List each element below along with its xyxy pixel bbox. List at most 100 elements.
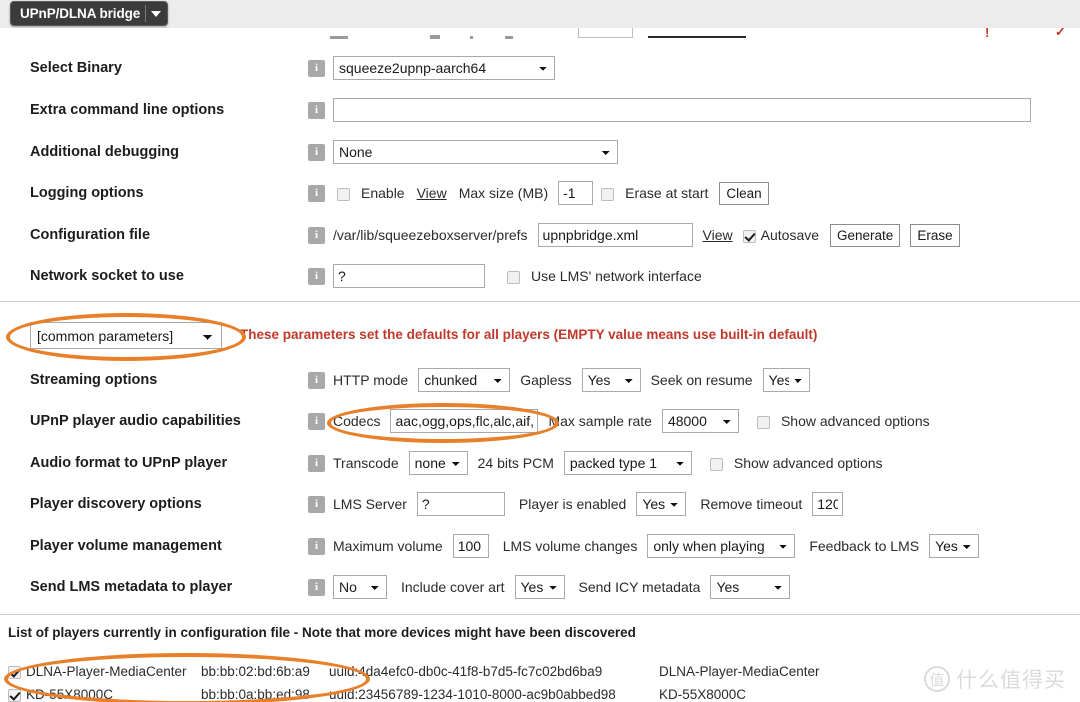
erase-at-start-checkbox[interactable] xyxy=(601,187,615,201)
player-name: DLNA-Player-MediaCenter xyxy=(26,664,187,679)
clean-button[interactable]: Clean xyxy=(719,181,769,205)
lms-volume-changes-select[interactable]: only when playing xyxy=(647,534,796,558)
fields-send-lms-metadata: i No Include cover art Yes Send ICY meta… xyxy=(308,575,794,599)
player-list-header: List of players currently in configurati… xyxy=(8,625,636,640)
logging-enable-checkbox[interactable] xyxy=(337,187,350,201)
info-icon[interactable]: i xyxy=(308,226,325,244)
info-icon[interactable]: i xyxy=(308,184,325,202)
label-upnp-audio-capabilities: UPnP player audio capabilities xyxy=(30,413,241,429)
send-metadata-select[interactable]: No xyxy=(333,575,387,599)
fields-player-volume: i Maximum volume LMS volume changes only… xyxy=(308,534,983,558)
send-icy-metadata-select[interactable]: Yes xyxy=(710,575,791,599)
chevron-down-icon[interactable] xyxy=(151,10,162,17)
page-root: UPnP/DLNA bridge ! ✓ Select Binary i squ… xyxy=(0,0,1080,702)
label-show-advanced-options: Show advanced options xyxy=(780,413,930,429)
label-additional-debugging: Additional debugging xyxy=(30,144,180,160)
watermark-text: 什么值得买 xyxy=(956,669,1066,692)
label-feedback-to-lms: Feedback to LMS xyxy=(809,538,920,554)
max-sample-rate-select[interactable]: 48000 xyxy=(661,409,739,433)
section-divider-bottom xyxy=(0,614,1080,615)
log-view-link[interactable]: View xyxy=(417,185,447,201)
lms-server-input[interactable] xyxy=(416,492,505,516)
seek-on-resume-select[interactable]: Yes xyxy=(762,368,810,392)
info-icon[interactable]: i xyxy=(308,267,325,285)
player-enabled-checkbox[interactable] xyxy=(8,666,21,679)
config-view-link[interactable]: View xyxy=(703,227,733,243)
label-enable: Enable xyxy=(361,185,405,201)
info-icon[interactable]: i xyxy=(308,454,325,472)
clipped-red-text: ✓ xyxy=(1055,28,1066,39)
player-uuid: uuid:23456789-1234-1010-8000-ac9b0abbed9… xyxy=(329,687,616,702)
table-row: DLNA-Player-MediaCenter bb:bb:02:bd:6b:a… xyxy=(8,664,820,679)
binary-select[interactable]: squeeze2upnp-aarch64 xyxy=(333,56,555,80)
clipped-red-text: ! xyxy=(985,28,990,40)
player-enabled-select[interactable]: Yes xyxy=(636,492,687,516)
row-send-lms-metadata: Send LMS metadata to player i No Include… xyxy=(0,567,1080,607)
generate-button[interactable]: Generate xyxy=(830,223,901,247)
info-icon[interactable]: i xyxy=(308,537,325,555)
clipped-select[interactable] xyxy=(578,28,633,38)
player-name: KD-55X8000C xyxy=(26,687,114,702)
scope-select[interactable]: [common parameters] xyxy=(30,322,222,349)
row-extra-command-line-options: Extra command line options i xyxy=(0,90,1080,130)
row-upnp-audio-capabilities: UPnP player audio capabilities i Codecs … xyxy=(0,401,1080,441)
info-icon[interactable]: i xyxy=(308,495,325,513)
clipped-underline xyxy=(648,36,746,38)
label-gapless: Gapless xyxy=(520,372,572,388)
show-advanced-options-checkbox-audio[interactable] xyxy=(756,415,770,429)
player-mac: bb:bb:0a:bb:ed:98 xyxy=(201,687,310,702)
site-watermark: 值 什么值得买 xyxy=(924,664,1066,694)
fields-audio-format: i Transcode none 24 bits PCM packed type… xyxy=(308,451,889,475)
label-select-binary: Select Binary xyxy=(30,60,122,76)
config-filename-input[interactable] xyxy=(537,223,693,247)
label-max-size: Max size (MB) xyxy=(458,185,549,201)
max-size-input[interactable] xyxy=(558,181,594,205)
browser-tab-strip: UPnP/DLNA bridge xyxy=(0,0,1080,28)
row-configuration-file: Configuration file i /var/lib/squeezebox… xyxy=(0,215,1080,255)
show-advanced-options-checkbox-format[interactable] xyxy=(709,457,723,471)
label-player-discovery: Player discovery options xyxy=(30,496,202,512)
gapless-select[interactable]: Yes xyxy=(581,368,641,392)
label-maximum-volume: Maximum volume xyxy=(333,538,443,554)
extra-command-line-input[interactable] xyxy=(333,98,1031,122)
row-network-socket: Network socket to use i Use LMS' network… xyxy=(0,256,1080,296)
fields-additional-debugging: i None xyxy=(308,140,622,164)
maximum-volume-input[interactable] xyxy=(452,534,489,558)
remove-timeout-input[interactable] xyxy=(812,492,844,516)
info-icon[interactable]: i xyxy=(308,578,325,596)
scope-select-wrapper: [common parameters] xyxy=(30,322,222,349)
label-show-advanced-options: Show advanced options xyxy=(733,455,883,471)
label-audio-format: Audio format to UPnP player xyxy=(30,455,228,471)
network-socket-input[interactable] xyxy=(333,264,485,288)
row-player-discovery: Player discovery options i LMS Server Pl… xyxy=(0,484,1080,524)
info-icon[interactable]: i xyxy=(308,59,325,77)
player-display-name: KD-55X8000C xyxy=(659,687,747,702)
pcm-type-select[interactable]: packed type 1 xyxy=(563,451,692,475)
label-use-lms-network-interface: Use LMS' network interface xyxy=(531,268,702,284)
watermark-badge: 值 xyxy=(924,666,950,692)
label-transcode: Transcode xyxy=(333,455,399,471)
label-player-is-enabled: Player is enabled xyxy=(518,496,627,512)
label-max-sample-rate: Max sample rate xyxy=(548,413,652,429)
info-icon[interactable]: i xyxy=(308,412,325,430)
feedback-to-lms-select[interactable]: Yes xyxy=(929,534,980,558)
browser-tab-label: UPnP/DLNA bridge xyxy=(20,6,141,21)
autosave-checkbox[interactable] xyxy=(742,229,756,243)
label-erase-at-start: Erase at start xyxy=(625,185,709,201)
fields-extra-command-line-options: i xyxy=(308,98,1035,122)
codecs-input[interactable] xyxy=(390,409,539,433)
http-mode-select[interactable]: chunked xyxy=(418,368,511,392)
player-enabled-checkbox[interactable] xyxy=(8,689,21,702)
info-icon[interactable]: i xyxy=(308,143,325,161)
erase-button[interactable]: Erase xyxy=(910,223,960,247)
label-autosave: Autosave xyxy=(760,227,820,243)
include-cover-art-select[interactable]: Yes xyxy=(514,575,565,599)
browser-tab-upnp-dlna-bridge[interactable]: UPnP/DLNA bridge xyxy=(10,1,169,26)
debug-level-select[interactable]: None xyxy=(333,140,618,164)
fields-player-discovery: i LMS Server Player is enabled Yes Remov… xyxy=(308,492,847,516)
common-parameters-note: These parameters set the defaults for al… xyxy=(240,327,818,342)
info-icon[interactable]: i xyxy=(308,371,325,389)
transcode-select[interactable]: none xyxy=(408,451,468,475)
use-lms-network-interface-checkbox[interactable] xyxy=(507,270,520,284)
info-icon[interactable]: i xyxy=(308,101,325,119)
